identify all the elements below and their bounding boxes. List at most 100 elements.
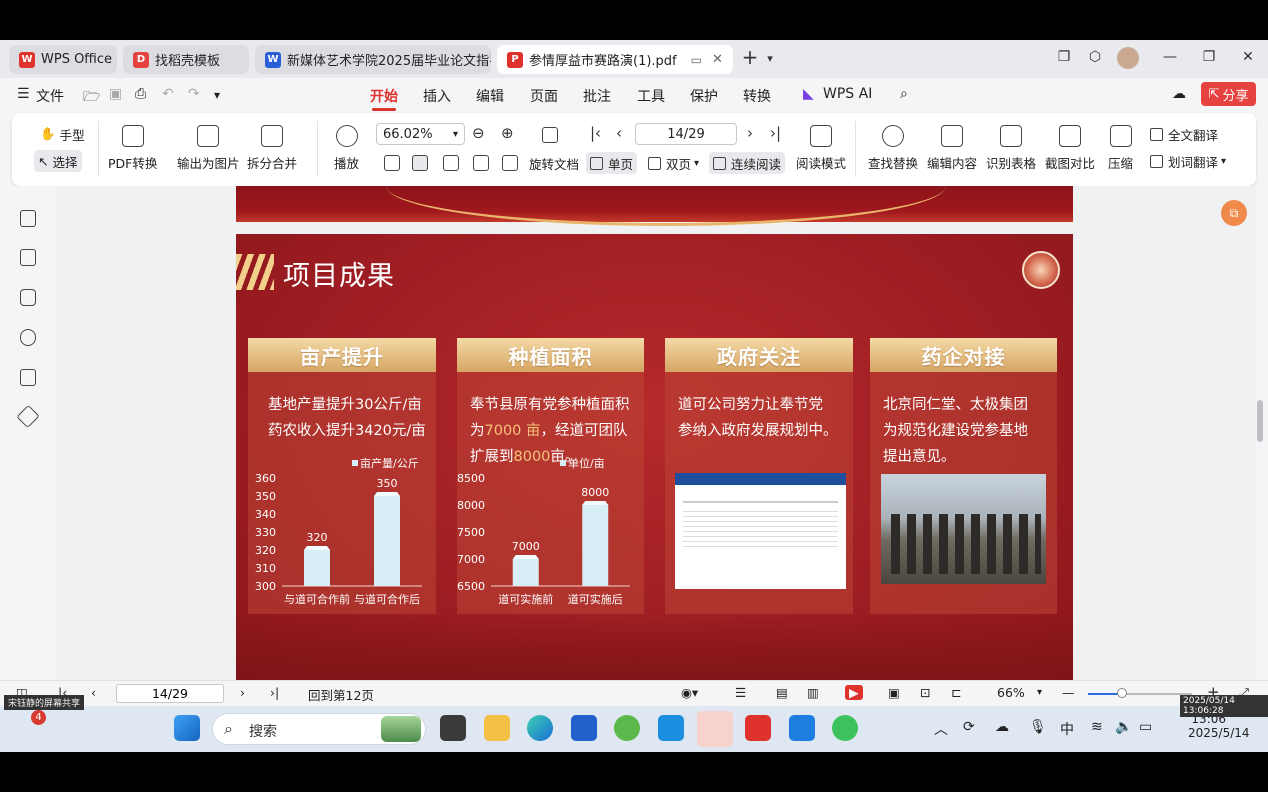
volume-icon[interactable]: 🔈 <box>1115 719 1132 735</box>
more-chevron-icon[interactable]: ▾ <box>214 88 220 102</box>
tab-word-doc[interactable]: W 新媒体艺术学院2025届毕业论文指导 <box>255 45 491 74</box>
menu-insert[interactable]: 插入 <box>423 86 451 106</box>
rotate-document-button[interactable]: 旋转文档 <box>525 152 583 174</box>
document-view[interactable]: 项目成果 亩产提升 基地产量提升30公斤/亩 药农收入提升3420元/亩 亩产量… <box>56 186 1256 680</box>
task-view-icon[interactable] <box>440 715 466 741</box>
edge-browser-icon[interactable] <box>527 715 553 741</box>
wps-taskbar-icon[interactable] <box>745 715 771 741</box>
tab-wps-office[interactable]: W WPS Office <box>9 45 117 74</box>
zoom-select[interactable]: 66.02% ▾ <box>376 123 465 145</box>
battery-icon[interactable]: ▭ <box>1139 719 1152 735</box>
rotate-left-icon[interactable] <box>473 155 489 171</box>
wps-ai-icon[interactable]: ◣ <box>803 86 814 102</box>
next-page-icon[interactable]: › <box>747 124 753 142</box>
tab-pdf[interactable]: P 参情厚益市赛路演(1).pdf ▭ ✕ <box>497 45 733 74</box>
zoom-chevron-icon[interactable]: ▾ <box>1037 687 1042 698</box>
cloud-icon[interactable]: ☁ <box>995 719 1009 735</box>
menu-wps-ai[interactable]: WPS AI <box>823 86 872 102</box>
maximize-icon[interactable]: ❐ <box>1199 49 1219 65</box>
redo-icon[interactable]: ↷ <box>188 86 200 102</box>
hand-tool[interactable]: ✋ 手型 <box>36 123 89 145</box>
edit-content-button[interactable]: 编辑内容 <box>927 125 977 172</box>
pdf-convert-button[interactable]: PDF转换 <box>108 125 157 172</box>
menu-annotate[interactable]: 批注 <box>583 86 611 106</box>
prev-page-icon[interactable]: ‹ <box>616 124 622 142</box>
menu-protect[interactable]: 保护 <box>690 86 718 106</box>
page-export-icon[interactable] <box>542 127 558 143</box>
menu-edit[interactable]: 编辑 <box>476 86 504 106</box>
save-icon[interactable]: ▣ <box>109 86 122 102</box>
ime-indicator[interactable]: 中 <box>1060 719 1074 739</box>
fit-page-icon[interactable]: ⊡ <box>920 685 930 700</box>
cloud-upload-icon[interactable]: ☁ <box>1172 86 1186 102</box>
wifi-icon[interactable]: ≋ <box>1091 719 1103 735</box>
tab-float-icon[interactable]: ▭ <box>691 53 702 67</box>
menu-convert[interactable]: 转换 <box>743 86 771 106</box>
undo-icon[interactable]: ↶ <box>162 86 174 102</box>
back-to-page-link[interactable]: 回到第12页 <box>308 685 374 704</box>
prev-page-icon[interactable]: ‹ <box>91 685 96 700</box>
word-translate-button[interactable]: 划词翻译 ▾ <box>1146 150 1230 172</box>
wechat-icon[interactable] <box>832 715 858 741</box>
page-number-input[interactable]: 14/29 <box>635 123 737 145</box>
bookmark-icon[interactable] <box>20 210 36 227</box>
floating-assistant-icon[interactable]: ⧉ <box>1221 200 1247 226</box>
fit-page-icon[interactable] <box>412 155 428 171</box>
read-mode-button[interactable]: 阅读模式 <box>796 125 846 172</box>
status-page-input[interactable]: 14/29 <box>116 684 224 703</box>
screenshot-compare-button[interactable]: 截图对比 <box>1045 125 1095 172</box>
vertical-scrollbar[interactable] <box>1257 400 1263 442</box>
window-restore-icon[interactable]: ❐ <box>1054 49 1074 65</box>
play-button[interactable]: 播放 <box>334 125 359 172</box>
menu-page[interactable]: 页面 <box>530 86 558 106</box>
eye-icon[interactable]: ◉▾ <box>681 685 698 700</box>
windows-start-icon[interactable] <box>174 715 200 741</box>
rotate-right-icon[interactable] <box>502 155 518 171</box>
qq-icon[interactable] <box>697 711 733 747</box>
last-page-icon[interactable]: ›| <box>270 685 279 700</box>
sync-icon[interactable]: ⟳ <box>963 719 975 735</box>
play-slideshow-icon[interactable]: ▶ <box>845 685 863 700</box>
taskbar-search[interactable]: ⌕ 搜索 <box>212 713 426 745</box>
select-tool[interactable]: ↖ 选择 <box>34 150 82 172</box>
recognize-table-button[interactable]: 识别表格 <box>986 125 1036 172</box>
ie-browser-icon[interactable] <box>614 715 640 741</box>
fit-width-icon[interactable] <box>443 155 459 171</box>
tray-chevron-icon[interactable]: ︿ <box>934 719 948 739</box>
layers-icon[interactable] <box>16 404 40 429</box>
share-button[interactable]: ⇱ 分享 <box>1201 82 1256 106</box>
comment-icon[interactable] <box>20 289 36 306</box>
compress-button[interactable]: 压缩 <box>1108 125 1133 172</box>
new-tab-plus-icon[interactable]: + <box>740 45 760 69</box>
meeting-icon[interactable] <box>789 715 815 741</box>
attachment-icon[interactable] <box>20 329 36 346</box>
zoom-in-icon[interactable]: ⊕ <box>501 124 514 142</box>
zoom-level[interactable]: 66% <box>997 685 1025 700</box>
microphone-icon[interactable]: 🎙 <box>1029 719 1047 735</box>
last-page-icon[interactable]: ›| <box>770 124 781 142</box>
search-icon[interactable]: ⌕ <box>900 86 908 102</box>
tab-docer[interactable]: D 找稻壳模板 <box>123 45 249 74</box>
fit-width-icon[interactable]: ⊏ <box>951 685 961 700</box>
zoom-slider-knob[interactable] <box>1117 688 1128 698</box>
zoom-out-icon[interactable]: ⊖ <box>472 124 485 142</box>
continuous-read-button[interactable]: 连续阅读 <box>709 152 786 174</box>
avatar[interactable] <box>1117 47 1139 69</box>
print-icon[interactable]: ⎙ <box>135 86 146 102</box>
fit-icon[interactable]: ▣ <box>888 685 900 700</box>
first-page-icon[interactable]: |‹ <box>590 124 601 142</box>
next-page-icon[interactable]: › <box>240 685 245 700</box>
single-view-icon[interactable]: ▤ <box>776 685 788 700</box>
double-page-button[interactable]: 双页 ▾ <box>644 152 703 174</box>
export-image-button[interactable]: 输出为图片 <box>177 125 240 172</box>
double-view-icon[interactable]: ▥ <box>807 685 819 700</box>
tab-list-chevron-icon[interactable]: ▾ <box>760 52 780 65</box>
feishu-icon[interactable] <box>658 715 684 741</box>
close-window-icon[interactable]: ✕ <box>1238 49 1258 65</box>
store-icon[interactable] <box>571 715 597 741</box>
full-translate-button[interactable]: 全文翻译 <box>1146 123 1222 145</box>
signature-icon[interactable] <box>20 369 36 386</box>
zoom-out-icon[interactable]: — <box>1062 685 1075 700</box>
hamburger-icon[interactable]: ☰ <box>17 86 30 102</box>
actual-size-icon[interactable] <box>384 155 400 171</box>
